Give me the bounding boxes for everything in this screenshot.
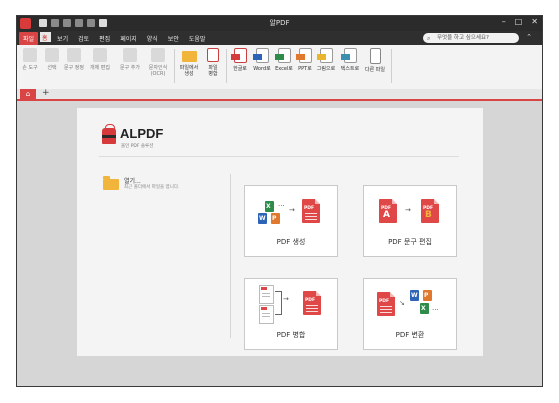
menu-page[interactable]: 페이지: [116, 32, 141, 45]
close-button[interactable]: ✕: [531, 17, 538, 26]
tool-label: 문구 추가: [120, 65, 140, 71]
minimize-button[interactable]: –: [502, 17, 506, 26]
arrow-icon: →: [405, 206, 411, 214]
add-text-icon: [123, 48, 137, 62]
window-title: 알PDF: [269, 19, 290, 27]
card-label: PDF 병합: [276, 331, 306, 339]
add-tab-button[interactable]: +: [42, 88, 50, 98]
dots: ...: [432, 304, 439, 312]
alpdf-logo-icon: [102, 124, 116, 144]
arrow-icon: →: [283, 295, 289, 303]
to-text-button[interactable]: 텍스트로: [337, 48, 363, 72]
menu-security[interactable]: 보안: [164, 32, 183, 45]
ppt-icon: P: [423, 290, 432, 301]
app-window: 알PDF – □ ✕ 파일 홈 보기 검토 편집 페이지 양식 보안 도움말 ⌕…: [16, 15, 543, 387]
word-icon: [252, 48, 269, 63]
ppt-icon: [295, 48, 312, 63]
pdf-file-icon: PDF: [377, 292, 395, 316]
menu-items: 파일 홈 보기 검토 편집 페이지 양식 보안 도움말: [19, 32, 209, 45]
pdf-file-icon: PDF: [303, 291, 321, 315]
merge-bracket: [275, 291, 282, 315]
menu-form[interactable]: 양식: [143, 32, 162, 45]
home-icon: ⌂: [25, 90, 31, 98]
title-bar: 알PDF – □ ✕: [17, 16, 542, 31]
card-label: PDF 변환: [395, 331, 425, 339]
edit-pdf-text-card[interactable]: PDF A → PDF B PDF 문구 편집: [363, 185, 457, 257]
excel-icon: X: [420, 303, 429, 314]
card-label: PDF 문구 편집: [388, 238, 432, 246]
pdf-page-icon: [259, 305, 274, 324]
other-file-icon: [369, 48, 381, 64]
open-description: 최근 폴더에서 파일을 엽니다.: [124, 185, 180, 190]
maximize-button[interactable]: □: [515, 17, 523, 26]
image-icon: [316, 48, 333, 63]
ocr-button[interactable]: 문자인식 (OCR): [145, 48, 171, 77]
tool-label: 문구 정정: [64, 65, 84, 71]
create-pdf-card[interactable]: X W P ... → PDF PDF 생성: [244, 185, 338, 257]
word-icon: W: [258, 213, 267, 224]
tool-label: 파일 병합: [208, 65, 218, 77]
text-edit-icon: [67, 48, 81, 62]
word-icon: W: [410, 290, 419, 301]
folder-icon: [103, 176, 119, 190]
menu-help[interactable]: 도움말: [185, 32, 210, 45]
logo-subtitle: 올인 PDF 솔루션: [121, 144, 154, 149]
text-edit-button[interactable]: 문구 정정: [61, 48, 87, 71]
object-edit-button[interactable]: 개체 편집: [87, 48, 113, 71]
start-panel: ALPDF 올인 PDF 솔루션 열기... 최근 폴더에서 파일을 엽니다. …: [77, 108, 483, 356]
add-text-button[interactable]: 문구 추가: [117, 48, 143, 71]
excel-icon: [274, 48, 291, 63]
menu-home[interactable]: 홈: [40, 32, 52, 42]
pdf-file-icon: PDF: [302, 199, 320, 223]
folder-icon: [181, 51, 197, 62]
home-tab[interactable]: ⌂: [20, 89, 36, 99]
ribbon-toolbar: 손 도구 선택 문구 정정 개체 편집 문구 추가 문자인식 (OCR) 파일에…: [17, 45, 542, 90]
menu-view[interactable]: 보기: [53, 32, 72, 45]
menu-review[interactable]: 검토: [74, 32, 93, 45]
create-from-file-button[interactable]: 파일에서 생성: [176, 48, 202, 77]
vertical-divider: [230, 174, 231, 338]
search-placeholder: 무엇을 하고 싶으세요?: [437, 35, 489, 41]
select-icon: [45, 48, 59, 62]
to-image-button[interactable]: 그림으로: [313, 48, 339, 72]
merge-icon: [207, 48, 219, 62]
text-icon: [340, 48, 357, 63]
open-file-link[interactable]: 열기... 최근 폴더에서 파일을 엽니다.: [103, 176, 213, 196]
arrow-icon: →: [289, 206, 295, 214]
divider: [99, 156, 459, 157]
ocr-icon: [151, 48, 165, 62]
merge-files-button[interactable]: 파일 병합: [200, 48, 226, 77]
to-other-file-button[interactable]: 다른 파일: [362, 48, 388, 73]
pdf-page-icon: [259, 285, 274, 304]
convert-pdf-card[interactable]: PDF ↘ W P X ... PDF 변환: [363, 278, 457, 350]
document-tab-bar: ⌂ +: [17, 88, 542, 101]
search-input[interactable]: ⌕ 무엇을 하고 싶으세요?: [423, 33, 519, 43]
menu-edit[interactable]: 편집: [95, 32, 114, 45]
ribbon-separator: [391, 49, 392, 83]
excel-icon: X: [265, 201, 274, 212]
pdf-file-icon: PDF A: [379, 199, 397, 223]
diagonal-arrow-icon: ↘: [399, 299, 405, 307]
menu-bar: 파일 홈 보기 검토 편집 페이지 양식 보안 도움말 ⌕ 무엇을 하고 싶으세…: [17, 31, 542, 45]
dots: ...: [278, 200, 285, 208]
tool-label: 파일에서 생성: [179, 65, 199, 77]
window-controls: – □ ✕: [502, 17, 538, 26]
tool-label: 텍스트로: [340, 66, 360, 72]
ribbon-collapse-button[interactable]: ⌃: [526, 33, 532, 41]
hwp-icon: [230, 48, 247, 63]
menu-file[interactable]: 파일: [19, 32, 39, 45]
hand-icon: [23, 48, 37, 62]
logo-name: ALPDF: [120, 126, 164, 141]
merge-pdf-card[interactable]: → PDF PDF 병합: [244, 278, 338, 350]
card-label: PDF 생성: [276, 238, 306, 246]
pdf-file-icon: PDF B: [421, 199, 439, 223]
object-edit-icon: [93, 48, 107, 62]
tool-label: 다른 파일: [365, 67, 385, 73]
ribbon-separator: [174, 49, 175, 83]
ppt-icon: P: [271, 213, 280, 224]
tool-label: 그림으로: [316, 66, 336, 72]
search-icon: ⌕: [427, 35, 431, 42]
tool-label: 문자인식 (OCR): [148, 65, 168, 77]
tool-label: 개체 편집: [90, 65, 110, 71]
